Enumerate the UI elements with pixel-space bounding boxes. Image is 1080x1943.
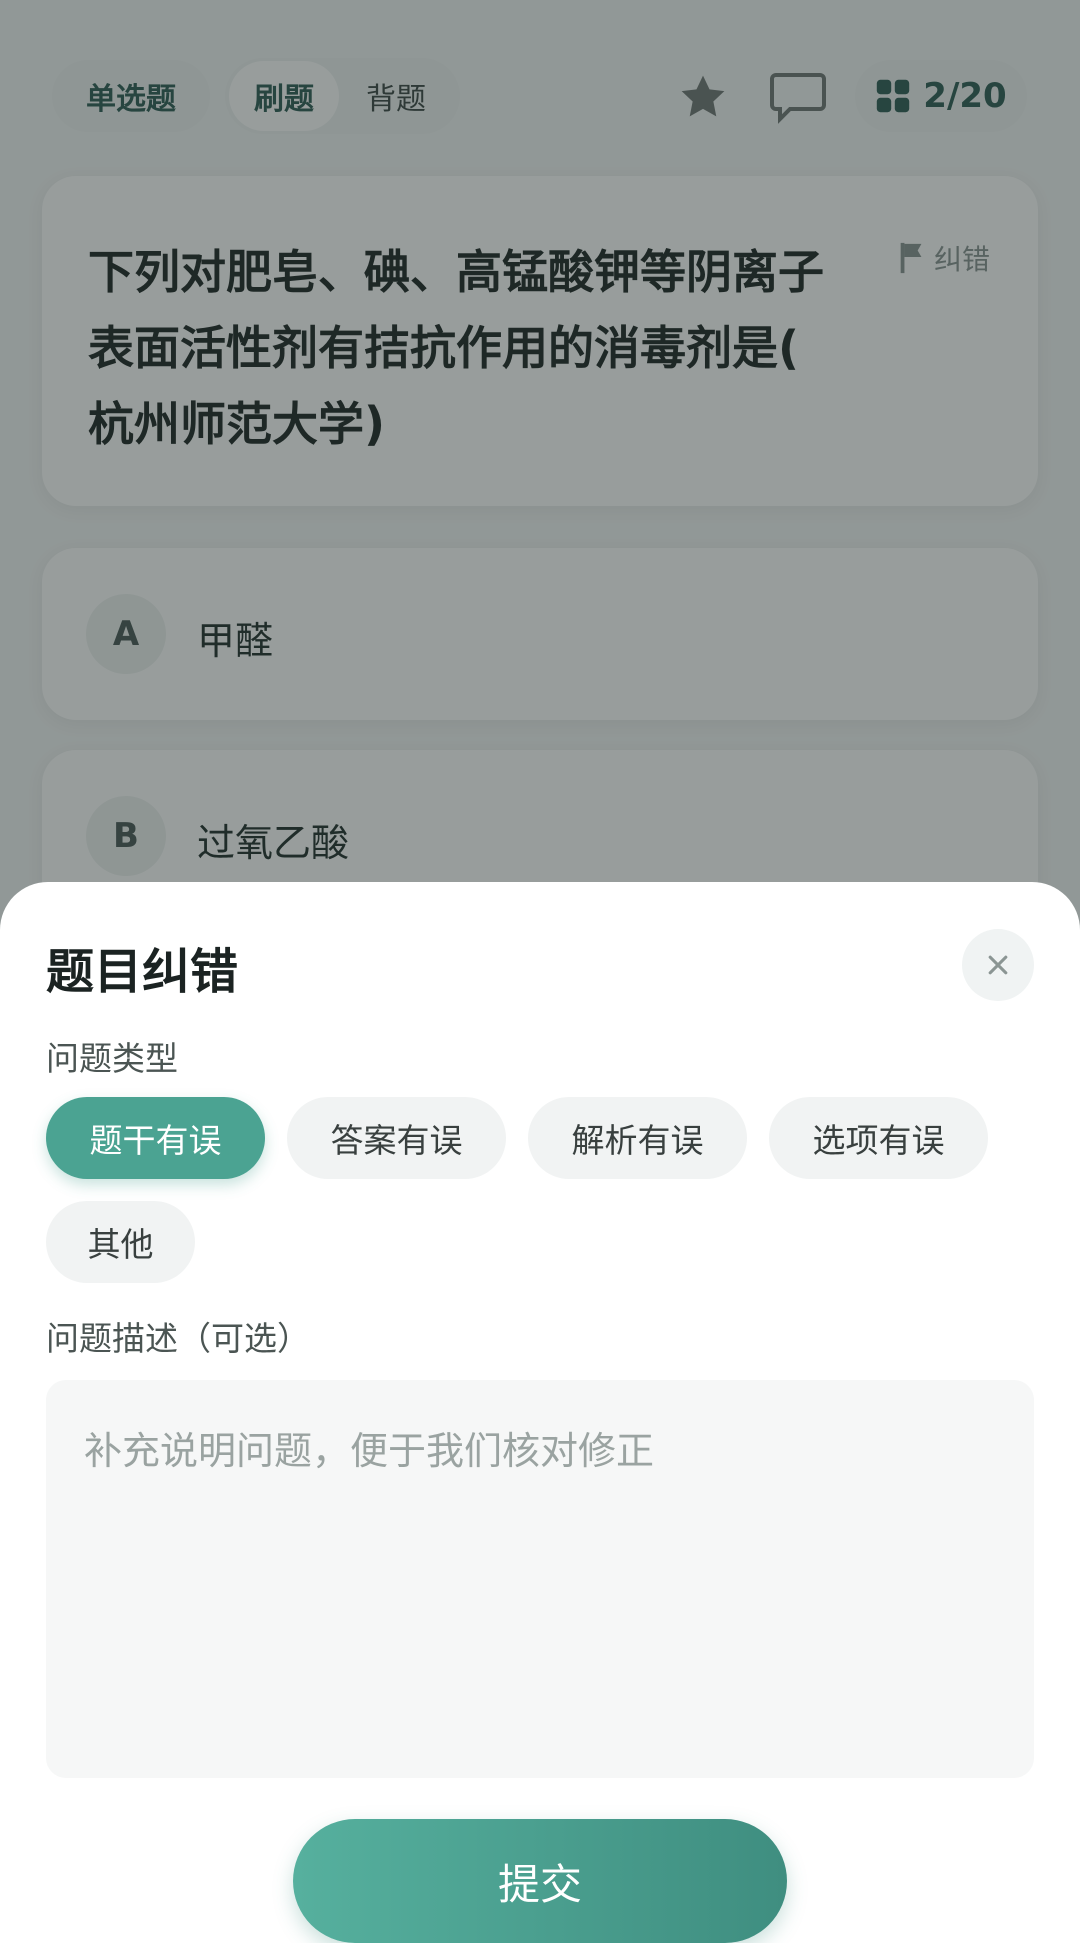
chip-answer-error[interactable]: 答案有误 <box>287 1097 506 1179</box>
submit-label: 提交 <box>497 1859 582 1909</box>
sheet-title: 题目纠错 <box>46 944 239 1000</box>
chip-label: 答案有误 <box>330 1121 463 1160</box>
chip-option-error[interactable]: 选项有误 <box>769 1097 988 1179</box>
submit-button[interactable]: 提交 <box>293 1819 787 1943</box>
chip-label: 其他 <box>87 1225 154 1264</box>
chip-stem-error[interactable]: 题干有误 <box>46 1097 265 1179</box>
chip-label: 选项有误 <box>812 1121 945 1160</box>
chip-analysis-error[interactable]: 解析有误 <box>528 1097 747 1179</box>
chip-other[interactable]: 其他 <box>46 1201 195 1283</box>
issue-type-label: 问题类型 <box>46 1039 178 1078</box>
chip-label: 题干有误 <box>89 1121 222 1160</box>
description-label: 问题描述（可选） <box>46 1319 310 1358</box>
chip-label: 解析有误 <box>571 1121 704 1160</box>
close-button[interactable] <box>962 929 1034 1001</box>
description-input[interactable] <box>46 1380 1034 1778</box>
close-icon <box>988 955 1008 975</box>
report-error-sheet: 题目纠错 问题类型 题干有误 答案有误 解析有误 选项有误 其他 问题描述（可选… <box>0 882 1080 1943</box>
